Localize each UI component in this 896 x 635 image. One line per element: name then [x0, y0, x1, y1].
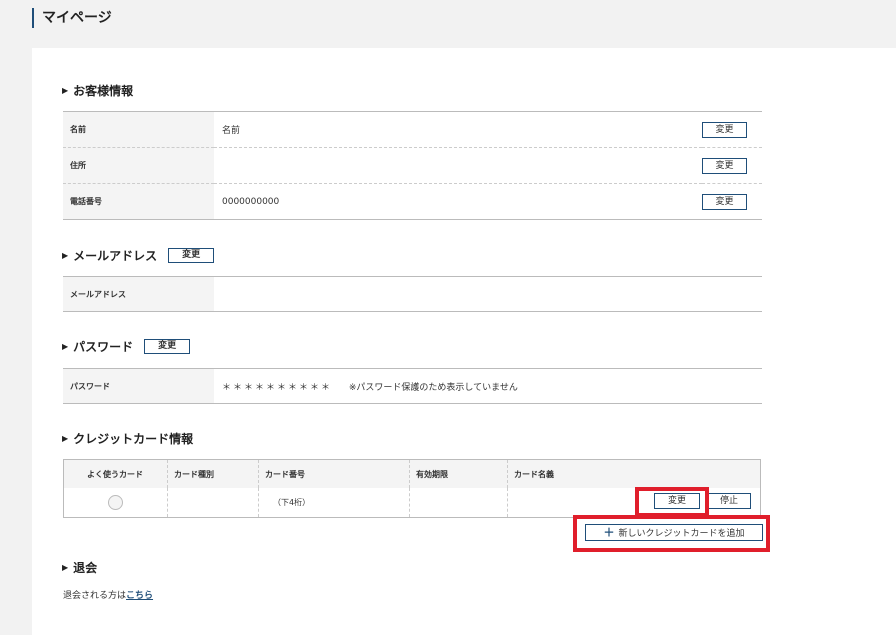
- name-value: 名前: [214, 111, 702, 148]
- change-password-button[interactable]: 変更: [144, 339, 191, 354]
- withdrawal-title: 退会: [73, 561, 98, 575]
- col-card-number: カード番号: [258, 459, 410, 488]
- table-row: パスワード ＊＊＊＊＊＊＊＊＊＊ ※パスワード保護のため表示していません: [63, 368, 762, 404]
- main-panel: ▶ お客様情報 名前 名前 変更 住所 変更 電話番号 0000000000 変…: [32, 48, 896, 635]
- withdrawal-heading: ▶ 退会: [62, 559, 97, 576]
- change-email-button[interactable]: 変更: [168, 248, 215, 263]
- withdrawal-text-line: 退会される方はこちら: [63, 588, 153, 601]
- col-card-type: カード種別: [167, 459, 259, 488]
- col-card-holder: カード名義: [507, 459, 761, 488]
- change-name-button[interactable]: 変更: [702, 121, 747, 138]
- credit-card-title: クレジットカード情報: [73, 432, 194, 446]
- password-label: パスワード: [63, 368, 214, 404]
- address-value: [214, 147, 702, 184]
- password-note: ※パスワード保護のため表示していません: [348, 382, 518, 393]
- email-value: [214, 276, 762, 312]
- customer-info-title: お客様情報: [73, 84, 134, 98]
- table-header-row: よく使うカード カード種別 カード番号 有効期限 カード名義: [63, 459, 761, 488]
- page-title: マイページ: [32, 8, 112, 28]
- stop-card-button[interactable]: 停止: [707, 493, 751, 509]
- password-title: パスワード: [73, 340, 134, 354]
- favorite-radio[interactable]: [107, 495, 123, 510]
- table-row: メールアドレス: [63, 276, 762, 312]
- highlight-box: [635, 487, 709, 517]
- credit-card-heading: ▶ クレジットカード情報: [62, 430, 193, 447]
- withdrawal-text: 退会される方は: [63, 591, 127, 601]
- card-type-value: [167, 488, 259, 518]
- customer-info-heading: ▶ お客様情報: [62, 82, 133, 99]
- triangle-icon: ▶: [62, 563, 69, 572]
- password-table: パスワード ＊＊＊＊＊＊＊＊＊＊ ※パスワード保護のため表示していません: [63, 368, 762, 404]
- change-address-button[interactable]: 変更: [702, 157, 747, 174]
- email-table: メールアドレス: [63, 276, 762, 312]
- table-row: 電話番号 0000000000 変更: [63, 183, 762, 220]
- card-number-text: （下4桁）: [273, 498, 311, 507]
- customer-info-table: 名前 名前 変更 住所 変更 電話番号 0000000000 変更: [63, 111, 762, 220]
- password-masked-value: ＊＊＊＊＊＊＊＊＊＊: [222, 382, 333, 393]
- phone-value: 0000000000: [214, 183, 702, 220]
- col-expiry: 有効期限: [409, 459, 508, 488]
- triangle-icon: ▶: [62, 342, 69, 351]
- password-heading: ▶ パスワード 変更: [62, 338, 191, 355]
- table-row: 住所 変更: [63, 147, 762, 184]
- email-label: メールアドレス: [63, 276, 214, 312]
- address-label: 住所: [63, 147, 214, 184]
- withdrawal-link[interactable]: こちら: [126, 591, 153, 601]
- table-row: 名前 名前 変更: [63, 111, 762, 148]
- triangle-icon: ▶: [62, 251, 69, 260]
- name-label: 名前: [63, 111, 214, 148]
- phone-label: 電話番号: [63, 183, 214, 220]
- change-phone-button[interactable]: 変更: [702, 193, 747, 210]
- col-favorite: よく使うカード: [63, 459, 168, 488]
- expiry-value: [409, 488, 508, 518]
- email-title: メールアドレス: [73, 249, 158, 263]
- email-heading: ▶ メールアドレス 変更: [62, 247, 215, 264]
- triangle-icon: ▶: [62, 434, 69, 443]
- triangle-icon: ▶: [62, 86, 69, 95]
- highlight-box: [573, 515, 770, 552]
- card-number-value: （下4桁）: [258, 488, 410, 518]
